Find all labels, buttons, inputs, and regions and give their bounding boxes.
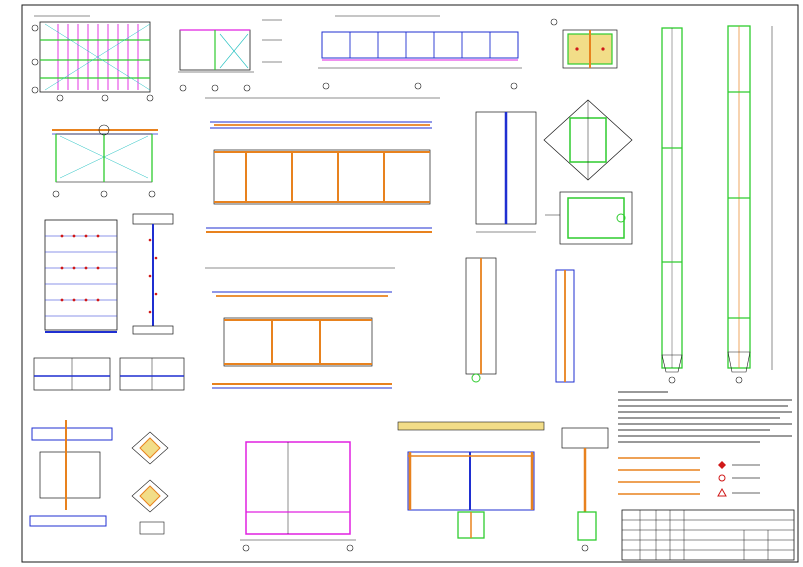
symbol-legend (618, 457, 760, 497)
vertical-member-center (475, 111, 537, 233)
drawing-sheet (21, 4, 799, 563)
vertical-member-b (555, 269, 575, 383)
base-plate-section (545, 191, 633, 245)
title-block (621, 509, 795, 561)
bolted-splice-plate (44, 219, 118, 333)
long-girder-elevation (318, 15, 522, 90)
general-notes (618, 391, 792, 443)
splice-detail-right (119, 357, 185, 391)
magenta-frame-elevation (240, 441, 356, 552)
column-elevation-bottom (561, 427, 609, 552)
tall-column-elevation-a (661, 27, 683, 384)
i-section-column (132, 213, 174, 335)
main-beam-elevation-lower (205, 267, 395, 389)
node-detail-lower (131, 479, 169, 535)
frame-with-transfer-beam (397, 421, 545, 539)
braced-bay-elevation (178, 19, 282, 92)
portal-frame-elevation (52, 124, 158, 198)
tall-column-elevation-b (727, 25, 773, 384)
splice-detail-left (33, 357, 111, 391)
main-beam-elevation-upper (205, 97, 440, 233)
column-base-plan-detail (550, 18, 618, 69)
vertical-member-a (465, 257, 497, 383)
framing-plan-view (31, 15, 154, 102)
node-detail-upper (131, 431, 169, 465)
bottom-left-connection (29, 420, 113, 527)
diamond-connection-detail (543, 99, 633, 181)
